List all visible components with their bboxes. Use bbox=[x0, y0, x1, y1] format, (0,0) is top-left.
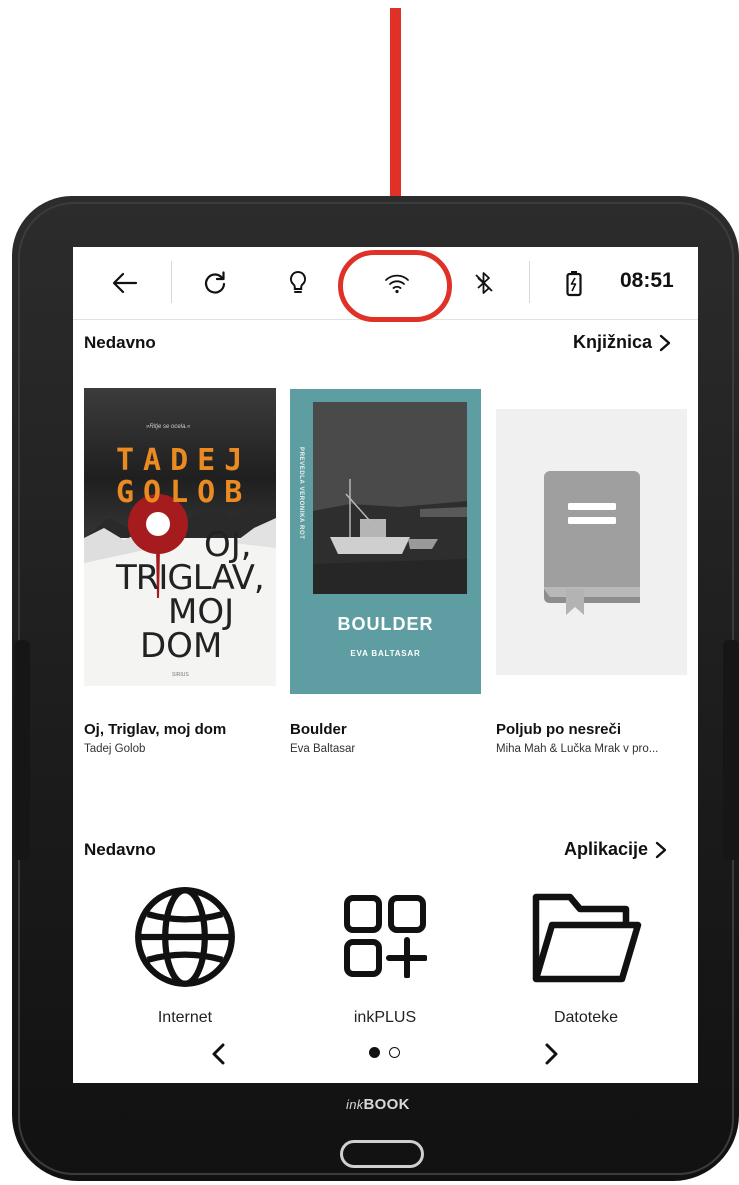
next-page-button[interactable] bbox=[543, 1043, 559, 1070]
bluetooth-icon[interactable] bbox=[466, 265, 502, 301]
prev-page-button[interactable] bbox=[211, 1043, 227, 1070]
cover-author-line2: GOLOB bbox=[116, 475, 252, 510]
home-button[interactable] bbox=[340, 1140, 424, 1168]
library-link-label: Knjižnica bbox=[573, 332, 653, 352]
cover-tagline: »Ritje se ocela.« bbox=[146, 424, 191, 430]
lightbulb-icon[interactable] bbox=[280, 265, 316, 301]
cover-title-line4: DOM bbox=[140, 626, 223, 666]
device-logo-main: BOOK bbox=[363, 1096, 410, 1113]
battery-icon bbox=[556, 265, 592, 301]
divider bbox=[529, 261, 530, 303]
device-logo-prefix: ink bbox=[346, 1097, 364, 1112]
cover-publisher: SIRIUS bbox=[172, 672, 189, 678]
cover-author-line1: TADEJ bbox=[116, 443, 252, 478]
cover-author: EVA BALTASAR bbox=[350, 649, 421, 658]
book-author: Eva Baltasar bbox=[290, 743, 356, 755]
book-author: Tadej Golob bbox=[84, 743, 146, 755]
right-page-button[interactable] bbox=[723, 640, 739, 860]
back-arrow-icon[interactable] bbox=[107, 265, 143, 301]
library-link[interactable]: Knjižnica bbox=[573, 332, 672, 353]
grid-plus-icon bbox=[344, 895, 427, 978]
chevron-left-icon bbox=[212, 1043, 225, 1065]
book-cover-oj-triglav[interactable]: »Ritje se ocela.« TADEJ GOLOB OJ, TRIGLA… bbox=[84, 388, 276, 686]
left-page-button[interactable] bbox=[14, 640, 30, 860]
recent-apps-heading: Nedavno bbox=[84, 840, 156, 859]
recent-books-heading: Nedavno bbox=[84, 333, 156, 352]
app-label: inkPLUS bbox=[353, 1009, 417, 1026]
app-label: Datoteke bbox=[553, 1009, 619, 1026]
divider bbox=[171, 261, 172, 303]
chevron-right-icon bbox=[659, 334, 671, 351]
app-files[interactable] bbox=[506, 889, 666, 985]
chevron-right-icon bbox=[655, 841, 667, 858]
page-dot[interactable] bbox=[389, 1047, 400, 1058]
clock: 08:51 bbox=[620, 269, 674, 292]
app-internet[interactable] bbox=[105, 885, 265, 989]
cover-title: BOULDER bbox=[337, 614, 434, 634]
page-dot-active[interactable] bbox=[369, 1047, 380, 1058]
book-cover-boulder[interactable]: PREVEDLA VERONIKA ROT BOULDER EVA BALTAS… bbox=[290, 389, 481, 694]
book-author: Miha Mah & Lučka Mrak v pro... bbox=[496, 743, 659, 755]
device-logo: inkBOOK bbox=[346, 1096, 410, 1113]
refresh-icon[interactable] bbox=[197, 265, 233, 301]
book-placeholder-icon bbox=[544, 471, 640, 615]
app-label: Internet bbox=[157, 1009, 213, 1026]
app-inkplus[interactable] bbox=[305, 894, 465, 978]
book-title: Poljub po nesreči bbox=[496, 721, 622, 738]
folder-icon bbox=[532, 893, 642, 983]
annotation-highlight-ring bbox=[338, 250, 452, 322]
globe-icon bbox=[135, 887, 235, 987]
book-title: Oj, Triglav, moj dom bbox=[84, 721, 227, 738]
cover-side-text: PREVEDLA VERONIKA ROT bbox=[298, 447, 304, 540]
book-cover-placeholder[interactable] bbox=[496, 409, 687, 675]
book-title: Boulder bbox=[290, 721, 347, 738]
apps-link[interactable]: Aplikacije bbox=[564, 839, 668, 860]
chevron-right-icon bbox=[545, 1043, 558, 1065]
apps-link-label: Aplikacije bbox=[564, 839, 649, 859]
screen: 08:51 Nedavno Knjižnica »Ritje se ocela.… bbox=[73, 247, 698, 1083]
